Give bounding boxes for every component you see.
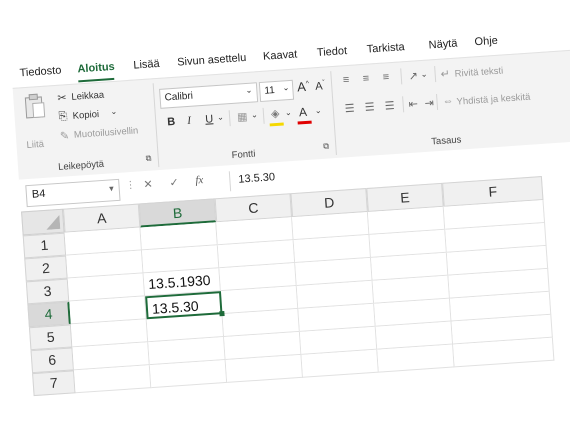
name-box[interactable]: B4 ▾ [25,178,121,208]
borders-icon[interactable]: ▦ [237,110,248,124]
tab-tiedosto[interactable]: Tiedosto [19,65,62,80]
align-center-icon[interactable]: ☰ [364,100,375,114]
formula-value: 13.5.30 [237,171,276,186]
divider [400,68,403,85]
paste-icon [24,93,46,119]
font-name-select[interactable]: Calibri ⌄ [159,82,259,109]
excel-window: Tiedosto Aloitus Lisää Sivun asettelu Ka… [8,0,570,400]
tab-lisaa[interactable]: Lisää [133,58,160,72]
bold-button[interactable]: B [167,116,176,129]
paste-label: Liitä [26,138,45,152]
chevron-down-icon[interactable]: ⌄ [110,107,117,116]
align-middle-icon[interactable]: ≡ [362,73,369,85]
fill-handle[interactable] [219,310,225,317]
row-header-3[interactable]: 3 [25,278,70,305]
align-bottom-icon[interactable]: ≡ [382,71,389,83]
chevron-down-icon[interactable]: ⌄ [315,106,322,115]
divider [228,110,231,127]
cancel-icon[interactable]: ✕ [143,178,153,192]
tab-sivun-asettelu[interactable]: Sivun asettelu [177,52,247,69]
alignment-group-label: Tasaus [430,134,462,148]
chevron-down-icon: ⌄ [245,85,253,95]
tab-aloitus[interactable]: Aloitus [77,61,115,76]
row-header-5[interactable]: 5 [28,324,73,351]
chevron-down-icon: ⌄ [282,83,290,93]
cell-a7[interactable] [73,365,152,394]
font-color-swatch [297,120,312,125]
scissors-icon: ✂ [57,92,68,105]
align-top-icon[interactable]: ≡ [342,74,349,86]
chevron-down-icon[interactable]: ⌄ [251,110,258,119]
group-divider [152,83,160,168]
cut-button[interactable]: Leikkaa [71,90,104,103]
tab-kaavat[interactable]: Kaavat [263,48,298,62]
font-group-label: Fontti [231,148,256,162]
fill-color-swatch [269,122,284,127]
wrap-text-icon: ↵ [440,68,451,81]
tab-tiedot[interactable]: Tiedot [317,45,348,59]
align-right-icon[interactable]: ☰ [384,99,395,113]
cell-b7[interactable] [149,359,228,389]
divider [434,66,437,83]
name-box-value: B4 [31,187,46,201]
row-header-4[interactable]: 4 [27,301,71,328]
chevron-down-icon[interactable]: ⌄ [285,108,292,117]
format-painter-icon: ✎ [59,130,70,143]
tab-tarkista[interactable]: Tarkista [366,41,405,56]
font-size-value: 11 [264,85,276,97]
chevron-down-icon: ▾ [108,183,115,194]
format-painter-button[interactable]: Muotoilusivellin [74,125,139,140]
row-header-1[interactable]: 1 [22,232,67,259]
screenshot-stage: Tiedosto Aloitus Lisää Sivun asettelu Ka… [0,0,570,428]
copy-icon: ⎘ [58,110,68,123]
merge-center-button[interactable]: Yhdistä ja keskitä [456,92,531,108]
more-options-icon[interactable]: ⋮ [125,180,136,192]
select-all-button[interactable] [21,208,65,236]
merge-center-icon: ⇔ [442,94,454,108]
grow-font-button[interactable]: A^ [297,79,310,95]
chevron-down-icon[interactable]: ⌄ [217,113,224,122]
chevron-down-icon[interactable]: ⌄ [420,70,427,79]
tab-ohje[interactable]: Ohje [474,35,498,49]
row-header-6[interactable]: 6 [30,347,74,374]
font-color-button[interactable]: A [298,105,307,120]
copy-button[interactable]: Kopioi [72,109,99,122]
paste-button[interactable] [21,93,50,135]
fill-color-icon[interactable]: ◈ [271,107,280,121]
italic-button[interactable]: I [187,115,191,127]
increase-indent-icon[interactable]: ⇥ [424,96,434,110]
row-header-7[interactable]: 7 [32,370,76,397]
cell-e7[interactable] [377,344,455,373]
cell-c7[interactable] [225,354,304,383]
divider [262,107,265,124]
font-name-value: Calibri [164,90,194,104]
tab-nayta[interactable]: Näytä [428,38,457,52]
divider [402,96,405,113]
dialog-launcher-icon[interactable]: ⧉ [323,141,329,151]
cell-d7[interactable] [301,349,379,378]
insert-function-button[interactable]: fx [195,174,204,187]
orientation-icon[interactable]: ↗ [408,69,418,83]
align-left-icon[interactable]: ☰ [344,102,355,116]
clipboard-group-label: Leikepöytä [57,158,105,173]
divider [436,93,439,111]
enter-icon[interactable]: ✓ [169,176,179,190]
group-divider [330,71,337,156]
font-size-select[interactable]: 11 ⌄ [258,79,295,103]
underline-button[interactable]: U [205,113,214,126]
decrease-indent-icon[interactable]: ⇤ [408,97,418,111]
shrink-font-button[interactable]: Aˇ [315,80,326,93]
dialog-launcher-icon[interactable]: ⧉ [145,154,151,164]
select-all-triangle-icon [46,214,61,230]
wrap-text-button[interactable]: Rivitä teksti [454,65,503,79]
row-header-2[interactable]: 2 [24,255,68,282]
worksheet-grid: A B C D E F 1 2 3 4 5 6 7 13.5.1930 13.5.… [21,173,570,399]
